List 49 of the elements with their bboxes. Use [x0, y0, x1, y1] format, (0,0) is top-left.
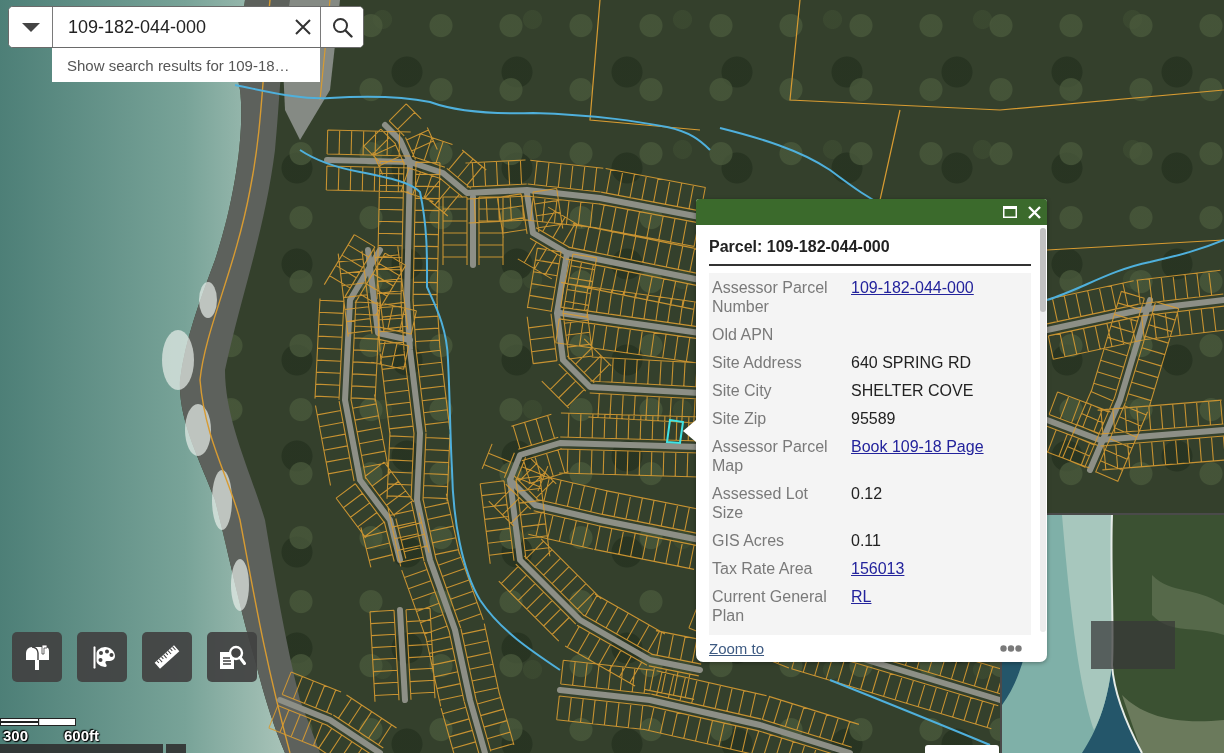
surf-foam — [162, 330, 194, 390]
search-icon — [331, 16, 353, 38]
caret-down-icon — [21, 22, 40, 32]
value-link[interactable]: 109-182-044-000 — [851, 278, 974, 296]
field-label: Old APN — [712, 324, 775, 345]
map-tool-button[interactable] — [207, 632, 257, 682]
scrollbar-track[interactable] — [1040, 228, 1046, 632]
surf-foam — [185, 404, 211, 456]
selected-parcel-outline — [664, 417, 686, 447]
close-icon — [294, 18, 312, 36]
value-link[interactable]: Book 109-18 Page — [851, 437, 984, 455]
surf-foam — [199, 282, 217, 318]
scrollbar-thumb[interactable] — [1040, 228, 1046, 312]
zoom-to-link[interactable]: Zoom to — [709, 640, 765, 657]
close-icon — [1027, 205, 1041, 219]
search-suggestion[interactable]: Show search results for 109-18… — [52, 48, 320, 82]
close-button[interactable] — [1026, 204, 1042, 220]
field-label: Assessor Parcel Number — [712, 277, 829, 317]
search-input[interactable]: 109-182-044-000 — [68, 16, 292, 38]
document-search-icon — [218, 643, 246, 671]
mailbox-icon — [23, 643, 51, 671]
field-value: 95589 — [851, 409, 896, 427]
field-label: Assessed Lot Size — [712, 483, 810, 523]
scale-label: 600ft — [64, 728, 100, 744]
field-value: 640 SPRING RD — [851, 353, 972, 371]
field-value: 0.11 — [851, 531, 881, 549]
field-label: Assessor Parcel Map — [712, 436, 829, 476]
source-dropdown-button[interactable] — [9, 7, 53, 47]
maximize-button[interactable] — [1002, 204, 1018, 220]
field-label: Site City — [712, 380, 773, 401]
value-link[interactable]: 156013 — [851, 559, 905, 577]
surf-foam — [212, 470, 232, 530]
map-tool-button[interactable] — [142, 632, 192, 682]
scale-label: 300 — [3, 728, 29, 744]
map-tool-button[interactable] — [77, 632, 127, 682]
field-label: Tax Rate Area — [712, 558, 814, 579]
maximize-icon — [1003, 206, 1017, 218]
popup-title: Parcel: 109-182-044-000 — [709, 237, 891, 256]
field-label: Site Zip — [712, 408, 768, 429]
more-icon — [1000, 645, 1022, 652]
field-value: SHELTER COVE — [851, 381, 974, 399]
value-link[interactable]: RL — [851, 587, 872, 605]
more-options-button[interactable] — [1000, 645, 1022, 652]
surf-foam — [231, 559, 249, 611]
field-label: Site Address — [712, 352, 803, 373]
map-tool-button[interactable] — [12, 632, 62, 682]
field-label: Current General Plan — [712, 586, 828, 626]
field-label: GIS Acres — [712, 530, 786, 551]
field-value: 0.12 — [851, 484, 883, 502]
